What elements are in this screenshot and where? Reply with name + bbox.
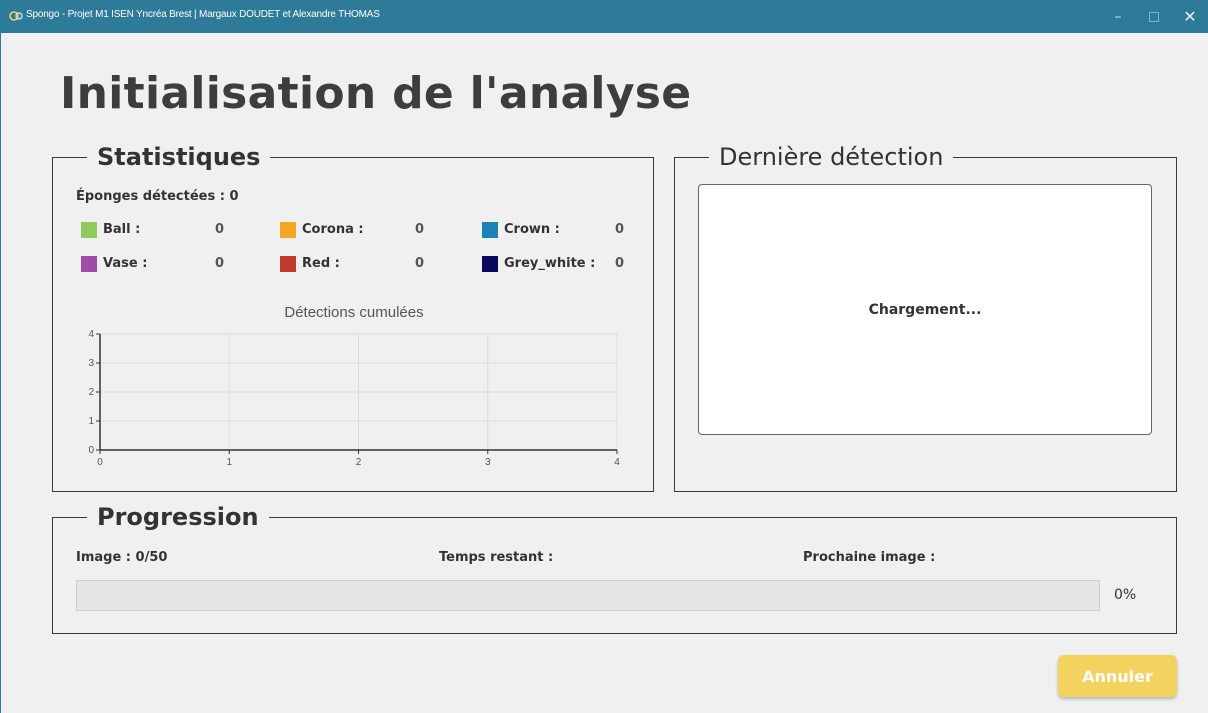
class-name: Grey_white : xyxy=(504,256,596,271)
class-count: 0 xyxy=(215,222,225,237)
class-count: 0 xyxy=(615,256,625,271)
class-count: 0 xyxy=(215,256,225,271)
next-image-label: Prochaine image : xyxy=(803,550,936,565)
maximize-icon xyxy=(1149,11,1159,22)
ball-color-swatch xyxy=(81,222,97,238)
minimize-icon: – xyxy=(1114,8,1122,25)
class-name: Corona : xyxy=(302,222,364,237)
class-name: Crown : xyxy=(504,222,560,237)
class-count: 0 xyxy=(415,256,425,271)
window-title: Spongo - Projet M1 ISEN Yncréa Brest | M… xyxy=(26,9,380,20)
class-name: Vase : xyxy=(103,256,148,271)
y-tick-label: 0 xyxy=(88,445,94,456)
corona-color-swatch xyxy=(280,222,296,238)
grey-white-color-swatch xyxy=(482,256,498,272)
window-border xyxy=(0,33,1,713)
class-count: 0 xyxy=(615,222,625,237)
time-remaining-label: Temps restant : xyxy=(439,550,554,565)
close-button[interactable]: ✕ xyxy=(1172,0,1208,33)
x-tick-label: 0 xyxy=(97,457,103,468)
class-name: Red : xyxy=(302,256,340,271)
crown-color-swatch xyxy=(482,222,498,238)
red-color-swatch xyxy=(280,256,296,272)
progress-group: Progression Image : 0/50 Temps restant :… xyxy=(52,502,1177,634)
vase-color-swatch xyxy=(81,256,97,272)
image-counter-label: Image : 0/50 xyxy=(76,550,168,565)
x-tick-label: 2 xyxy=(356,457,362,468)
progress-percent: 0% xyxy=(1114,587,1137,603)
y-tick-label: 4 xyxy=(88,329,94,340)
y-tick-label: 2 xyxy=(88,387,94,398)
statistics-group: Statistiques Éponges détectées : 0 Ball … xyxy=(52,142,654,492)
sponges-detected-label: Éponges détectées : 0 xyxy=(76,189,239,204)
detection-preview: Chargement... xyxy=(698,184,1152,435)
maximize-button[interactable] xyxy=(1136,0,1172,33)
loading-text: Chargement... xyxy=(868,301,982,318)
cancel-button[interactable]: Annuler xyxy=(1058,655,1177,697)
app-logo-icon xyxy=(9,11,23,21)
statistics-legend: Statistiques xyxy=(87,142,271,172)
y-tick-label: 3 xyxy=(88,358,94,369)
close-icon: ✕ xyxy=(1183,7,1197,26)
minimize-button[interactable]: – xyxy=(1100,0,1136,33)
y-tick-label: 1 xyxy=(88,416,94,427)
last-detection-group: Dernière détection Chargement... xyxy=(674,142,1177,492)
x-tick-label: 3 xyxy=(485,457,491,468)
x-tick-label: 4 xyxy=(614,457,620,468)
last-detection-legend: Dernière détection xyxy=(709,142,954,172)
page-title: Initialisation de l'analyse xyxy=(60,68,692,119)
x-tick-label: 1 xyxy=(226,457,232,468)
progress-legend: Progression xyxy=(87,502,269,532)
title-bar: Spongo - Projet M1 ISEN Yncréa Brest | M… xyxy=(0,0,1208,33)
progress-bar xyxy=(76,580,1100,611)
cumulative-detections-chart: 0 1 2 3 4 0 1 2 3 4 xyxy=(88,329,620,468)
class-name: Ball : xyxy=(103,222,141,237)
class-count: 0 xyxy=(415,222,425,237)
